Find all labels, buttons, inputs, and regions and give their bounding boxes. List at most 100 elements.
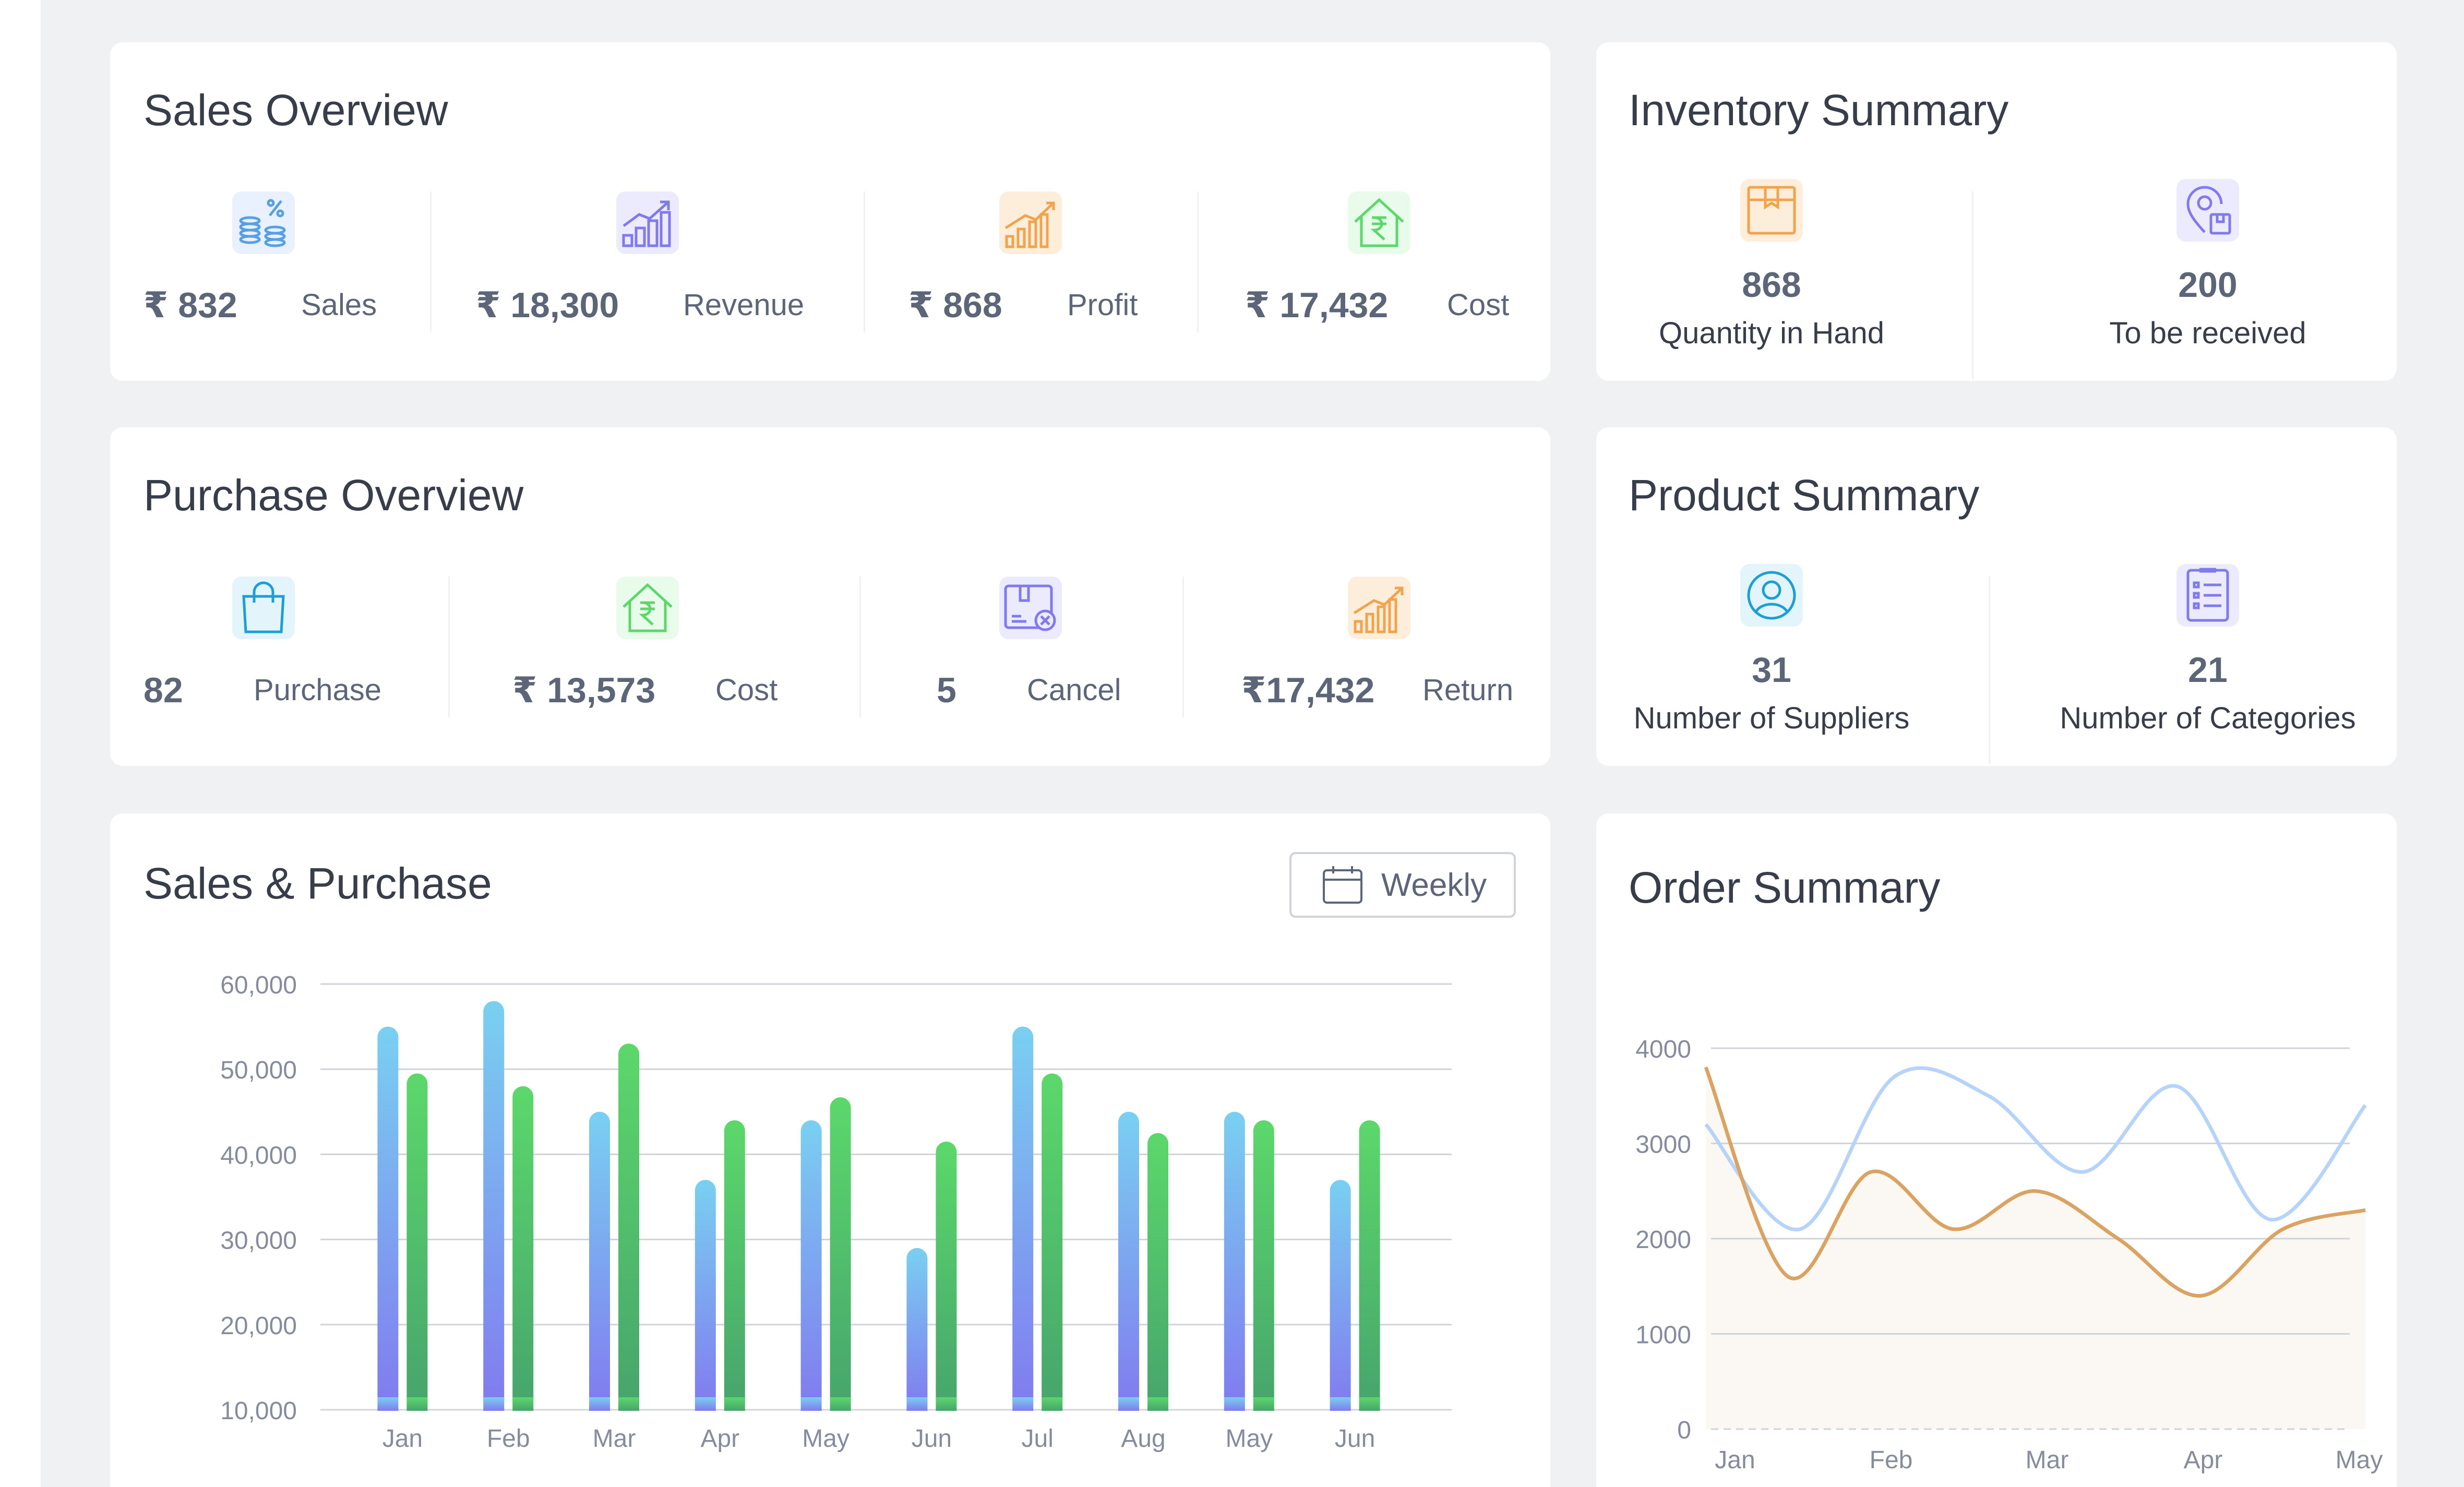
categories-label: Number of Categories (2060, 701, 2356, 735)
card-title: Sales Overview (143, 86, 448, 135)
order-summary-line-chart: 4000 3000 2000 1000 0 Jan Feb Mar Apr May (1635, 1036, 2383, 1474)
bar-base (377, 1397, 399, 1411)
bar-base (724, 1397, 745, 1411)
quantity-in-hand-value: 868 (1742, 265, 1801, 305)
bar-base (1118, 1397, 1139, 1411)
area-fill (1706, 1067, 2365, 1429)
x-tick-label: May (802, 1425, 850, 1453)
cancel-delivery-icon (999, 577, 1062, 639)
left-edge (0, 0, 41, 1487)
cost-label: Cost (1447, 288, 1510, 322)
y-tick-label: 0 (1677, 1417, 1691, 1444)
inventory-summary-card: Inventory Summary 868 Quantity in Hand 2… (1596, 42, 2397, 381)
cancel-value: 5 (937, 670, 956, 710)
revenue-label: Revenue (683, 288, 805, 322)
divider (1972, 191, 1973, 379)
suppliers-value: 31 (1752, 650, 1791, 690)
bar (589, 1111, 610, 1411)
divider (859, 577, 861, 717)
bar (830, 1097, 851, 1411)
sales-overview-card: Sales Overview ₹ 832 Sales ₹ 18,300 Reve… (110, 42, 1550, 381)
bar (618, 1044, 639, 1411)
divider (864, 191, 865, 332)
profit-value: ₹ 868 (908, 285, 1002, 325)
bar-base (1042, 1397, 1063, 1411)
y-tick-label: 1000 (1635, 1322, 1691, 1349)
purchase-overview-card: Purchase Overview 82 Purchase ₹ 13,573 C… (110, 427, 1550, 766)
x-tick-label: May (1225, 1425, 1273, 1453)
profit-chart-icon (1348, 577, 1410, 639)
divider (448, 577, 450, 717)
sales-purchase-bar-chart: 60,000 50,000 40,000 30,000 20,000 10,000 Jan F… (220, 972, 1452, 1453)
revenue-value: ₹ 18,300 (476, 285, 619, 325)
bar-base (1253, 1397, 1274, 1411)
profit-chart-icon (999, 191, 1062, 254)
bar-base (830, 1397, 851, 1411)
divider (430, 191, 432, 332)
house-rupee-icon (616, 577, 679, 639)
purchase-value: 82 (143, 670, 183, 710)
categories-value: 21 (2188, 650, 2228, 690)
divider (1182, 577, 1184, 717)
card-title: Product Summary (1629, 471, 1980, 520)
divider (1197, 191, 1199, 332)
bar (1224, 1111, 1245, 1411)
bar-base (589, 1397, 610, 1411)
bar-base (1359, 1397, 1380, 1411)
bar-base (483, 1397, 505, 1411)
bar-base (1224, 1397, 1245, 1411)
location-box-icon (2176, 179, 2239, 242)
quantity-in-hand-label: Quantity in Hand (1658, 316, 1885, 350)
house-rupee-icon (1348, 191, 1410, 254)
bar-chart-growth-icon (616, 191, 679, 254)
bar-base (1147, 1397, 1168, 1411)
coins-percent-icon (232, 191, 295, 254)
bar (1042, 1073, 1063, 1411)
suppliers-label: Number of Suppliers (1633, 701, 1910, 735)
y-tick-label: 4000 (1635, 1036, 1691, 1063)
bar (406, 1073, 428, 1411)
bar (906, 1248, 928, 1411)
sales-label: Sales (301, 288, 377, 322)
bar-base (1012, 1397, 1034, 1411)
card-title: Purchase Overview (143, 471, 524, 520)
bar-base (695, 1397, 716, 1411)
bar (800, 1120, 822, 1411)
to-be-received-value: 200 (2178, 265, 2238, 305)
x-tick-label: Aug (1121, 1425, 1165, 1453)
divider (1989, 577, 1990, 764)
return-label: Return (1422, 673, 1514, 707)
bar (724, 1120, 745, 1411)
x-tick-label: Feb (1870, 1446, 1913, 1474)
bar (936, 1141, 957, 1411)
x-tick-label: Jan (1715, 1446, 1755, 1474)
y-tick-label: 60,000 (220, 972, 297, 999)
bar-base (618, 1397, 639, 1411)
shopping-bag-icon (232, 577, 295, 639)
purchase-label: Purchase (254, 673, 382, 707)
x-tick-label: Feb (487, 1425, 530, 1453)
bar (1359, 1120, 1380, 1411)
product-summary-card: Product Summary 31 Number of Suppliers 2… (1596, 427, 2397, 766)
y-tick-label: 20,000 (220, 1312, 297, 1340)
bar (512, 1086, 534, 1411)
box-icon (1740, 179, 1803, 242)
to-be-received-label: To be received (2109, 316, 2306, 350)
bar (1147, 1133, 1168, 1411)
x-tick-label: May (2336, 1446, 2383, 1474)
y-tick-label: 3000 (1635, 1131, 1691, 1159)
bar-base (906, 1397, 928, 1411)
y-tick-label: 2000 (1635, 1226, 1691, 1254)
purchase-cost-label: Cost (715, 673, 778, 707)
bar-base (512, 1397, 534, 1411)
bar-base (1330, 1397, 1351, 1411)
bar (483, 1001, 505, 1411)
return-value: ₹17,432 (1241, 670, 1375, 710)
card-title: Inventory Summary (1629, 86, 2009, 135)
bar (377, 1026, 399, 1411)
user-circle-icon (1740, 564, 1803, 627)
y-tick-label: 30,000 (220, 1227, 297, 1255)
x-tick-label: Apr (2184, 1446, 2223, 1474)
purchase-cost-value: ₹ 13,573 (512, 670, 656, 710)
y-tick-label: 10,000 (220, 1397, 297, 1425)
